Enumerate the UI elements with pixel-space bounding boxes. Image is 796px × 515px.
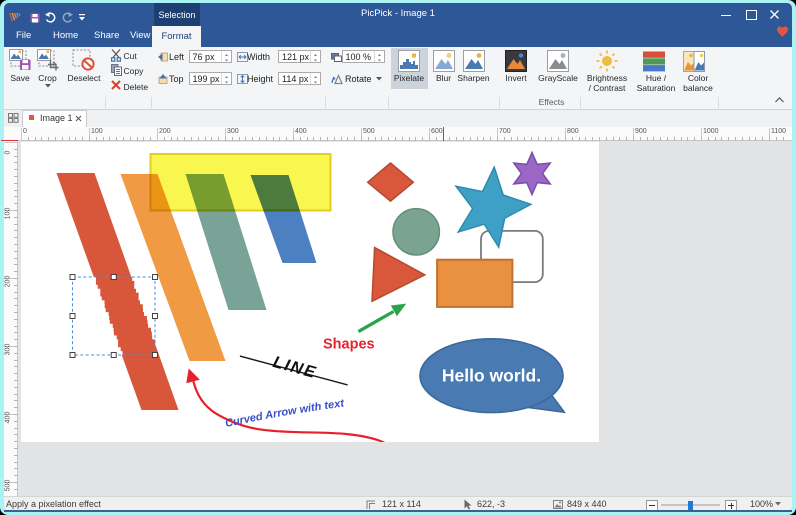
svg-text:Hello world.: Hello world. — [441, 366, 540, 386]
svg-text:Shapes: Shapes — [323, 337, 375, 353]
